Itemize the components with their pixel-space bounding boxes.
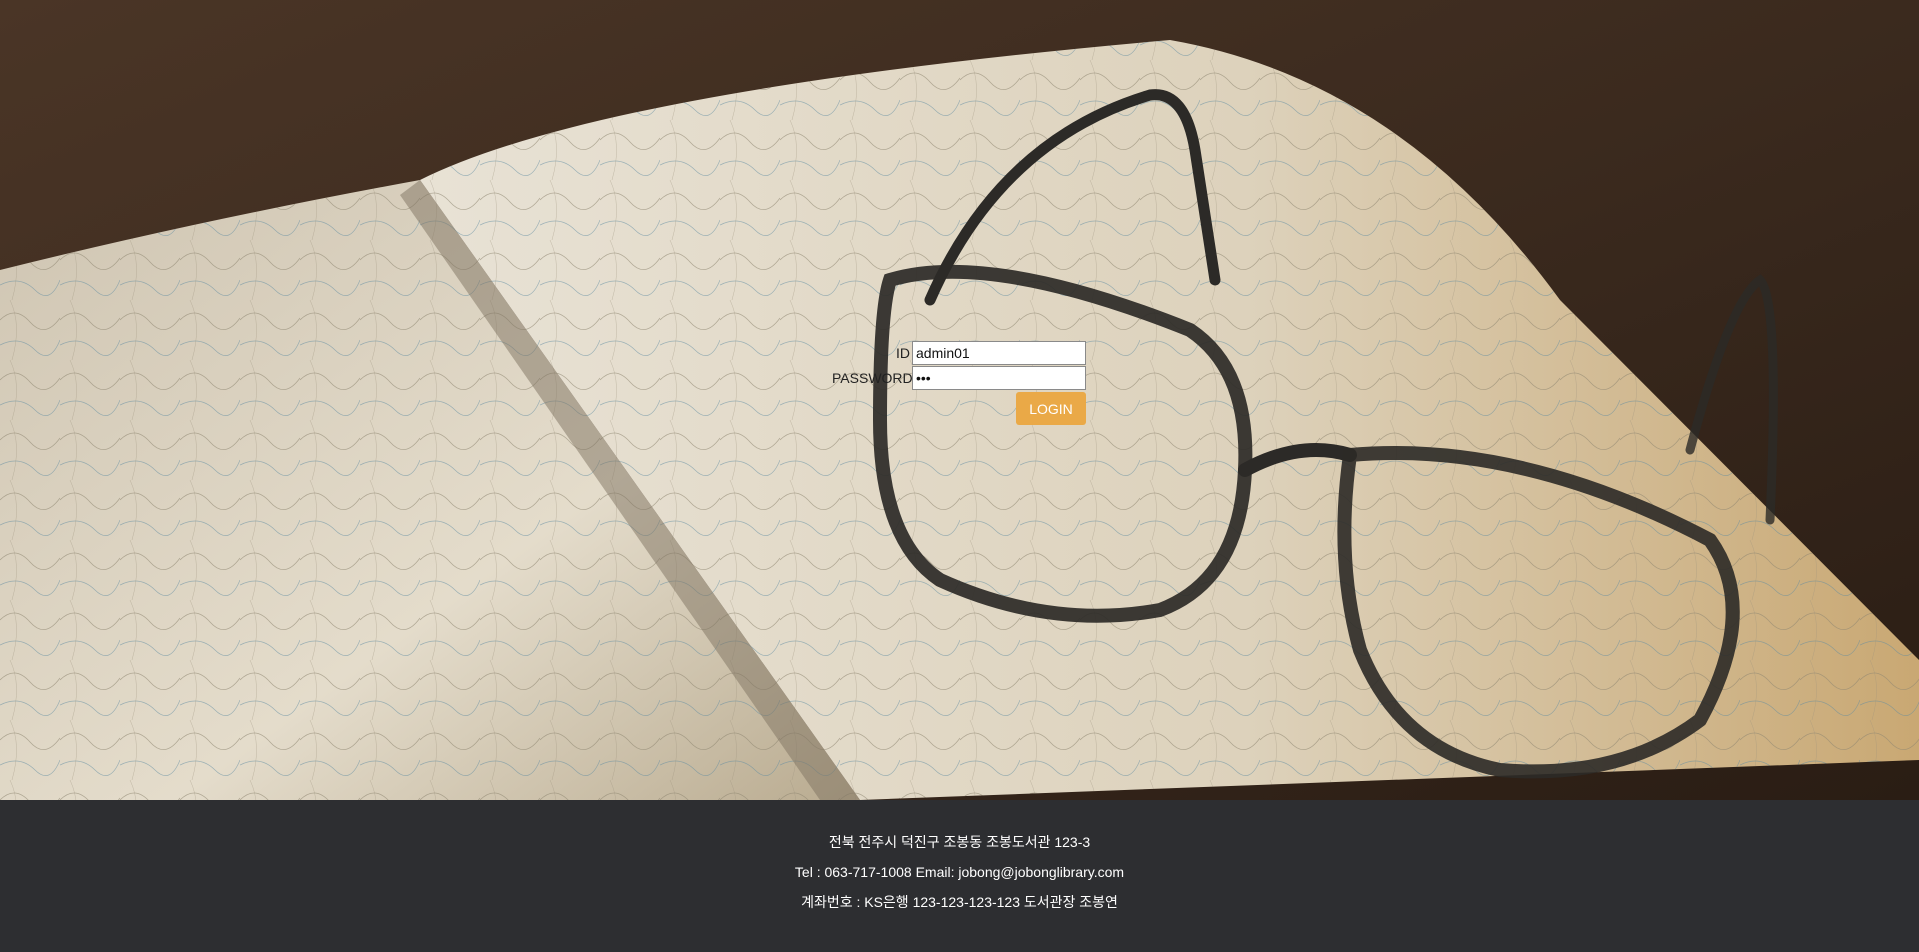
password-input[interactable] <box>912 365 1086 390</box>
password-label: PASSWORD <box>832 369 913 386</box>
footer-contact: Tel : 063-717-1008 Email: jobong@jobongl… <box>794 864 1125 880</box>
password-row: PASSWORD <box>832 365 1086 390</box>
footer-account: 계좌번호 : KS은행 123-123-123-123 도서관장 조봉연 <box>801 894 1118 910</box>
login-button[interactable]: LOGIN <box>1016 392 1086 425</box>
id-row: ID <box>832 340 1086 365</box>
id-input[interactable] <box>912 340 1086 365</box>
id-label: ID <box>896 344 910 361</box>
footer-address: 전북 전주시 덕진구 조봉동 조봉도서관 123-3 <box>828 834 1091 850</box>
footer: 전북 전주시 덕진구 조봉동 조봉도서관 123-3 Tel : 063-717… <box>0 800 1919 952</box>
hero-background: ID PASSWORD LOGIN <box>0 0 1919 800</box>
login-form: ID PASSWORD LOGIN <box>832 340 1086 425</box>
